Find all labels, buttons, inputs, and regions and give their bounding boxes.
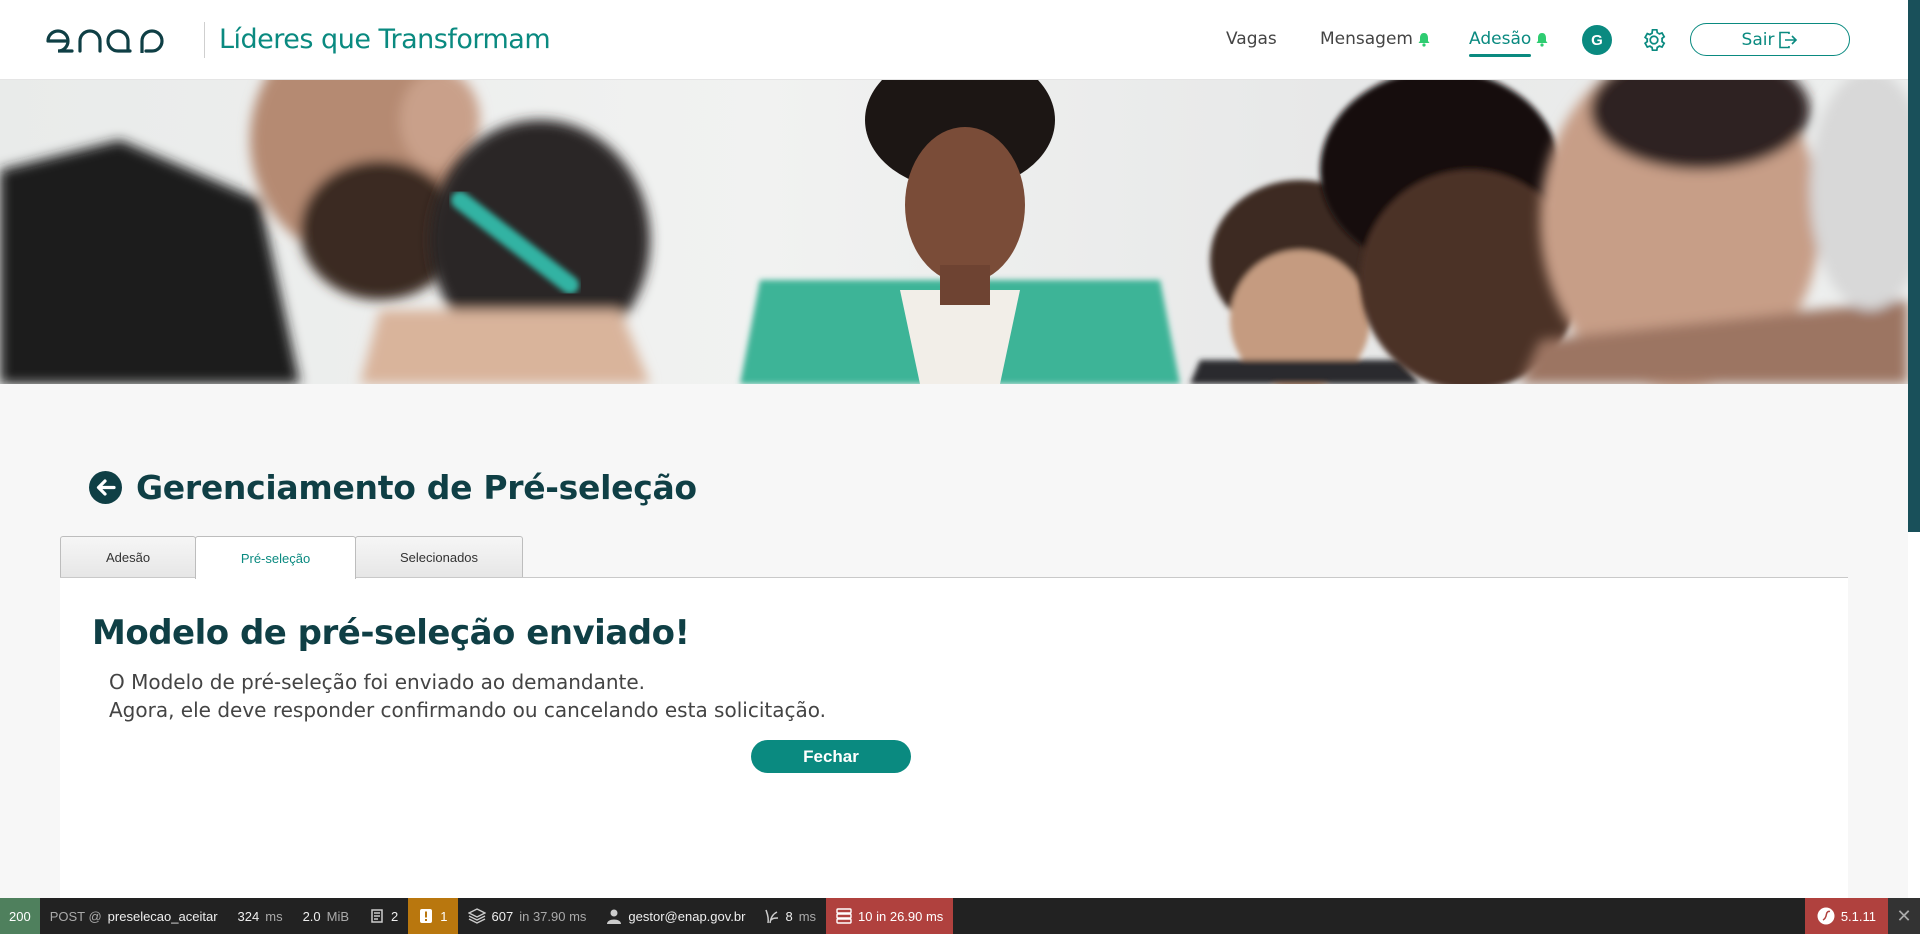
cache-layers-icon	[467, 908, 486, 924]
brand-title: Líderes que Transformam	[219, 24, 551, 55]
toolbar-forms-count: 2	[391, 908, 399, 924]
nav-adesao-label: Adesão	[1469, 29, 1532, 49]
nav-mensagem[interactable]: Mensagem	[1320, 29, 1431, 49]
enap-logo[interactable]	[46, 29, 188, 53]
back-arrow-icon[interactable]	[89, 471, 122, 504]
toolbar-request[interactable]: POST @ preselecao_aceitar	[40, 898, 228, 934]
toolbar-memory-value: 2.0	[302, 908, 321, 924]
toolbar-time-value: 324	[237, 908, 260, 924]
warning-icon	[420, 909, 433, 923]
hero-photo	[0, 80, 1908, 384]
logout-button[interactable]: Sair	[1690, 23, 1850, 56]
debug-toolbar: 200 POST @ preselecao_aceitar 324 ms 2.0…	[0, 898, 1920, 934]
forms-icon	[371, 909, 383, 923]
nav-vagas[interactable]: Vagas	[1226, 29, 1277, 49]
nav-adesao[interactable]: Adesão	[1469, 29, 1549, 57]
avatar[interactable]: G	[1582, 25, 1612, 55]
tab-selecionados[interactable]: Selecionados	[355, 536, 523, 578]
symfony-icon	[1817, 907, 1835, 925]
toolbar-route: preselecao_aceitar	[107, 908, 218, 924]
toolbar-symfony-version: 5.1.11	[1840, 908, 1876, 924]
toolbar-memory-unit: MiB	[326, 908, 350, 924]
toolbar-symfony[interactable]: 5.1.11	[1804, 898, 1888, 934]
user-icon	[607, 909, 622, 924]
toolbar-logs[interactable]: 1	[408, 898, 458, 934]
toolbar-forms[interactable]: 2	[359, 898, 408, 934]
toolbar-method: POST @	[49, 908, 102, 924]
page-title: Gerenciamento de Pré-seleção	[136, 468, 697, 507]
toolbar-twig-unit: ms	[798, 908, 817, 924]
toolbar-user[interactable]: gestor@enap.gov.br	[596, 898, 755, 934]
nav-vagas-label: Vagas	[1226, 29, 1277, 49]
toolbar-status-code[interactable]: 200	[0, 898, 40, 934]
message-line-1: O Modelo de pré-seleção foi enviado ao d…	[109, 670, 646, 694]
close-button[interactable]: Fechar	[751, 740, 911, 773]
toolbar-twig[interactable]: 8 ms	[755, 898, 826, 934]
toolbar-cache-suffix: in 37.90 ms	[519, 908, 587, 924]
content-card: Modelo de pré-seleção enviado! O Modelo …	[60, 578, 1848, 898]
scrollbar[interactable]	[1908, 0, 1920, 934]
toolbar-time[interactable]: 324 ms	[228, 898, 293, 934]
page-title-row: Gerenciamento de Pré-seleção	[89, 468, 697, 507]
tab-adesao[interactable]: Adesão	[60, 536, 196, 578]
logout-label: Sair	[1741, 29, 1775, 50]
toolbar-logs-count: 1	[440, 908, 448, 924]
logo-divider	[204, 22, 205, 58]
nav-mensagem-label: Mensagem	[1320, 29, 1413, 49]
toolbar-cache-value: 607	[491, 908, 514, 924]
message-line-2: Agora, ele deve responder confirmando ou…	[109, 698, 826, 722]
scrollbar-thumb[interactable]	[1908, 0, 1920, 532]
success-title: Modelo de pré-seleção enviado!	[92, 613, 690, 653]
gear-icon[interactable]	[1641, 27, 1667, 53]
tab-pre-selecao[interactable]: Pré-seleção	[195, 536, 356, 579]
bell-icon	[1418, 32, 1430, 47]
toolbar-db-value: 10 in 26.90 ms	[858, 908, 944, 924]
tabs: Adesão Pré-seleção Selecionados	[60, 536, 523, 579]
hero-banner	[0, 80, 1908, 384]
logout-icon	[1779, 31, 1798, 48]
bell-icon	[1536, 32, 1548, 47]
toolbar-database[interactable]: 10 in 26.90 ms	[826, 898, 954, 934]
database-icon	[836, 908, 852, 924]
toolbar-time-unit: ms	[265, 908, 283, 924]
header: Líderes que Transformam Vagas Mensagem A…	[0, 0, 1908, 80]
twig-icon	[765, 909, 779, 924]
toolbar-close-icon[interactable]: ✕	[1888, 898, 1920, 934]
toolbar-user-email: gestor@enap.gov.br	[628, 908, 746, 924]
toolbar-twig-value: 8	[785, 908, 793, 924]
toolbar-memory[interactable]: 2.0 MiB	[293, 898, 359, 934]
toolbar-cache[interactable]: 607 in 37.90 ms	[458, 898, 597, 934]
